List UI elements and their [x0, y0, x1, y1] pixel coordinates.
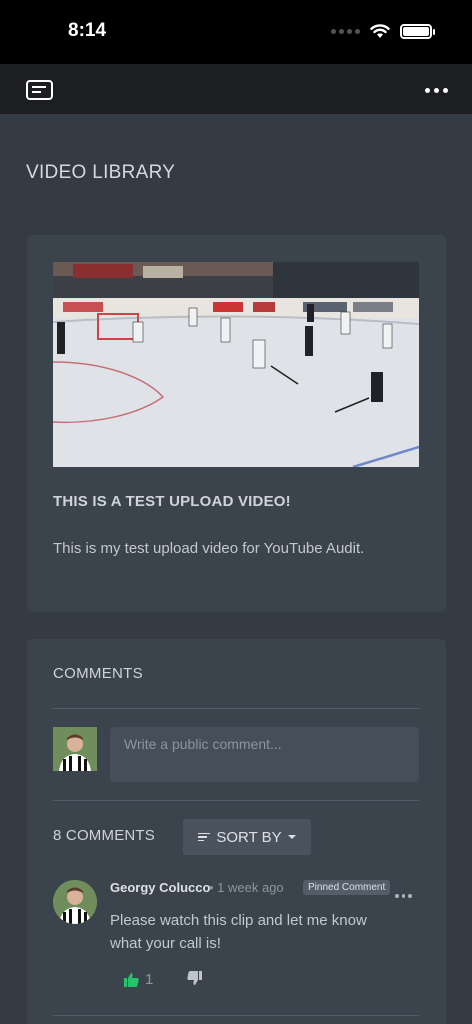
- video-title: THIS IS A TEST UPLOAD VIDEO!: [53, 493, 291, 510]
- signal-icon: [331, 29, 360, 34]
- comment-count: 8 COMMENTS: [53, 827, 156, 844]
- status-time: 8:14: [68, 20, 107, 41]
- video-description: This is my test upload video for YouTube…: [53, 540, 365, 557]
- comment-input[interactable]: Write a public comment...: [110, 727, 419, 782]
- like-button[interactable]: 1: [124, 971, 153, 988]
- divider: [53, 1015, 419, 1016]
- current-user-avatar: [53, 727, 97, 771]
- comments-card: COMMENTS Write a public comment... 8 COM…: [27, 639, 446, 1024]
- wifi-icon: [370, 24, 390, 38]
- menu-card-icon[interactable]: [26, 80, 53, 100]
- divider: [53, 708, 419, 709]
- comment-author-avatar[interactable]: [53, 880, 97, 924]
- video-player[interactable]: [53, 262, 419, 467]
- top-navigation-bar: [0, 64, 472, 114]
- comment-more-icon[interactable]: [395, 894, 412, 898]
- sort-by-label: SORT BY: [216, 828, 282, 846]
- divider: [53, 800, 419, 801]
- like-count: 1: [145, 971, 154, 988]
- sort-by-button[interactable]: SORT BY: [183, 819, 311, 855]
- dislike-button[interactable]: [187, 971, 202, 990]
- hockey-video-thumbnail: [53, 262, 419, 467]
- comment-author[interactable]: Georgy Colucco: [110, 880, 210, 895]
- status-icons: [331, 24, 435, 39]
- video-card: THIS IS A TEST UPLOAD VIDEO! This is my …: [27, 235, 446, 612]
- comment-text: Please watch this clip and let me know w…: [110, 912, 367, 952]
- battery-icon: [400, 24, 435, 39]
- comments-heading: COMMENTS: [53, 665, 143, 682]
- comment-time: • 1 week ago: [209, 880, 284, 895]
- status-bar: 8:14: [0, 0, 472, 64]
- page-title: VIDEO LIBRARY: [26, 162, 176, 183]
- chevron-down-icon: [287, 835, 296, 839]
- sort-icon: [198, 832, 211, 842]
- more-options-icon[interactable]: [425, 88, 448, 93]
- thumbs-down-icon: [187, 971, 202, 985]
- pinned-badge: Pinned Comment: [303, 880, 391, 895]
- thumbs-up-icon: [124, 972, 139, 987]
